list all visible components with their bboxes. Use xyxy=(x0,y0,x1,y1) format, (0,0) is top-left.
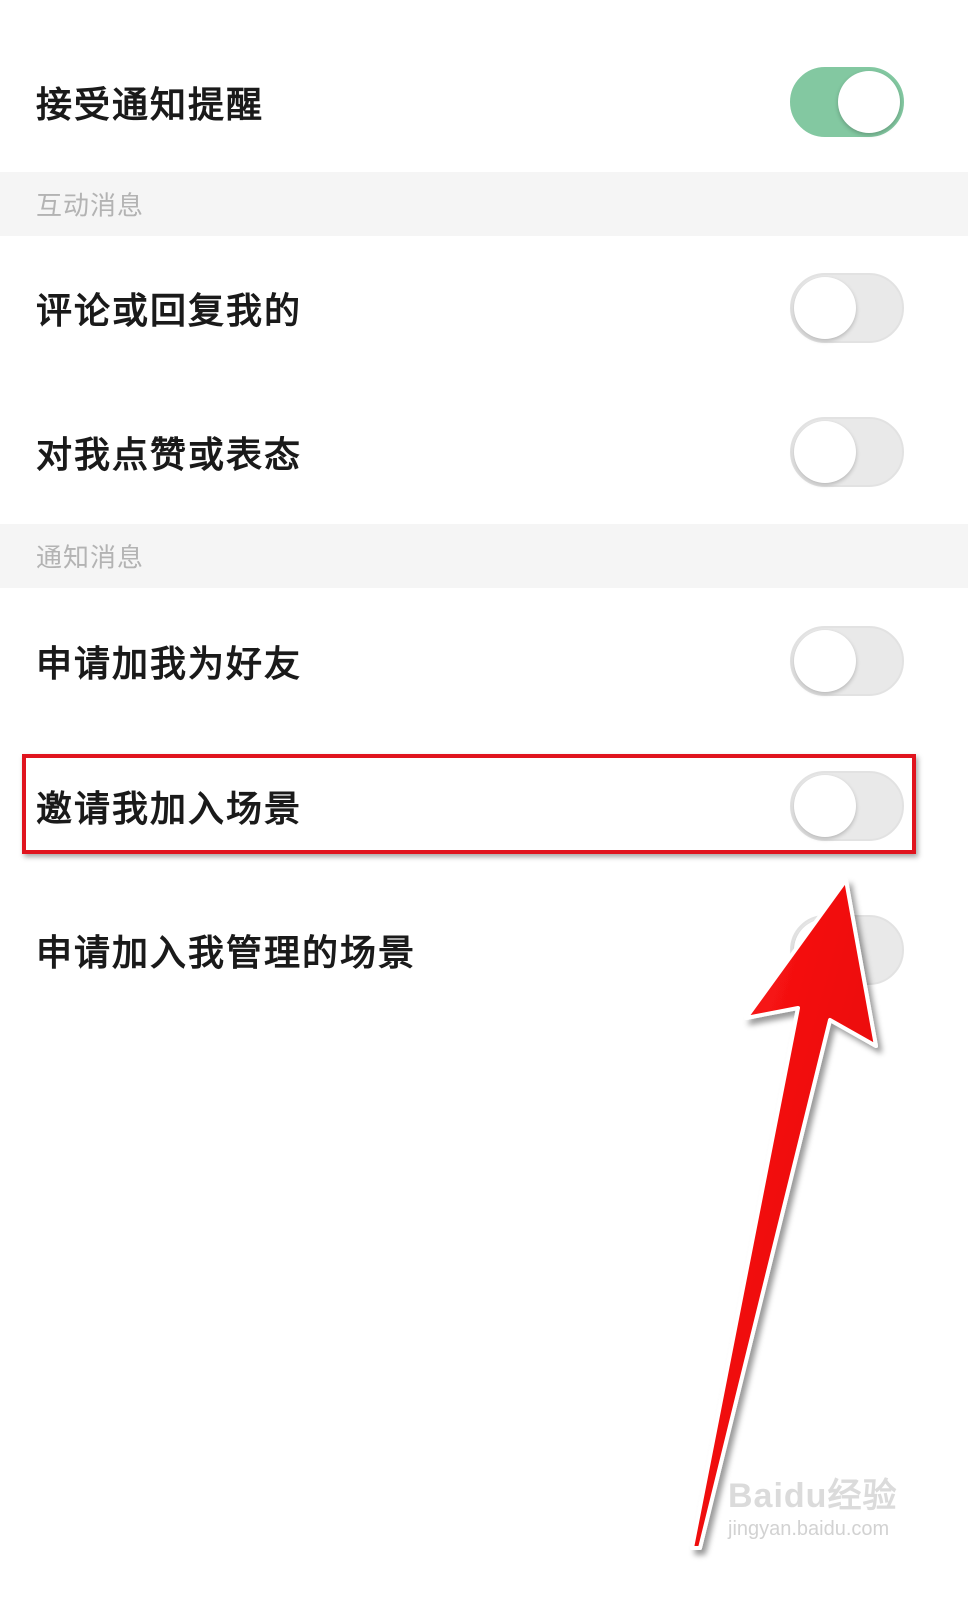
receive-notifications-label: 接受通知提醒 xyxy=(36,85,265,126)
like-react-label: 对我点赞或表态 xyxy=(36,435,303,476)
like-react-row[interactable]: 对我点赞或表态 xyxy=(0,380,968,524)
watermark-url: jingyan.baidu.com xyxy=(728,1518,890,1540)
annotation-highlight-box xyxy=(22,754,916,854)
receive-notifications-row[interactable]: 接受通知提醒 xyxy=(0,32,968,172)
toggle-knob xyxy=(794,277,856,339)
watermark-brand: Baidu经验 xyxy=(728,1477,898,1515)
toggle-knob xyxy=(794,630,856,692)
friend-request-row[interactable]: 申请加我为好友 xyxy=(0,588,968,734)
toggle-knob xyxy=(794,919,856,981)
section-title-notification: 通知消息 xyxy=(36,543,145,574)
managed-scene-request-row[interactable]: 申请加入我管理的场景 xyxy=(0,878,968,1022)
toggle-knob xyxy=(794,421,856,483)
section-header-notification: 通知消息 xyxy=(0,524,968,588)
like-react-toggle[interactable] xyxy=(790,417,904,487)
baidu-watermark: Baidu经验 jingyan.baidu.com xyxy=(728,1468,948,1558)
toggle-knob xyxy=(838,71,900,133)
friend-request-toggle[interactable] xyxy=(790,626,904,696)
notification-settings-page: 接受通知提醒 互动消息 评论或回复我的 对我点赞或表态 通知消息 申请加我为好友… xyxy=(0,0,968,1600)
section-header-interaction: 互动消息 xyxy=(0,172,968,236)
comment-reply-row[interactable]: 评论或回复我的 xyxy=(0,236,968,380)
managed-scene-request-label: 申请加入我管理的场景 xyxy=(36,933,417,974)
managed-scene-request-toggle[interactable] xyxy=(790,915,904,985)
comment-reply-toggle[interactable] xyxy=(790,273,904,343)
receive-notifications-toggle[interactable] xyxy=(790,67,904,137)
comment-reply-label: 评论或回复我的 xyxy=(36,291,303,332)
friend-request-label: 申请加我为好友 xyxy=(36,644,303,685)
section-title-interaction: 互动消息 xyxy=(36,191,145,222)
